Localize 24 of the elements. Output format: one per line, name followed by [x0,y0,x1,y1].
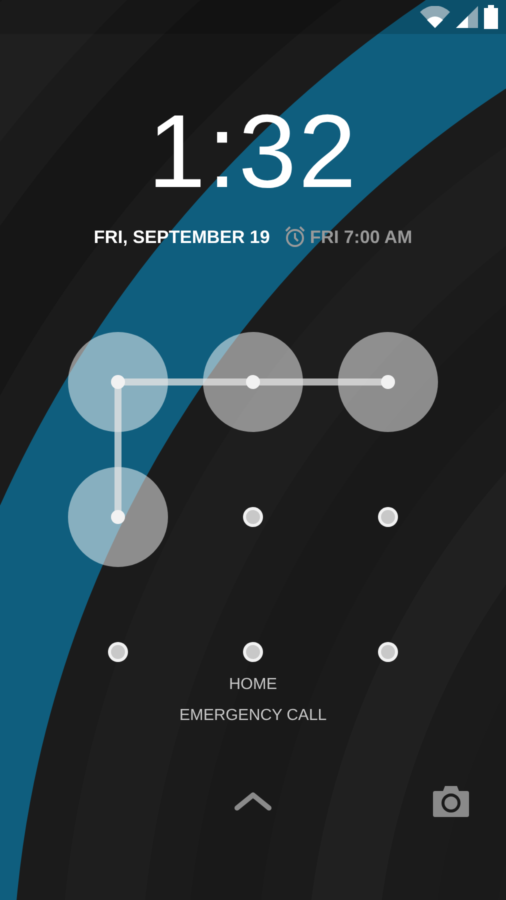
pattern-dot[interactable] [246,375,260,389]
pattern-dot[interactable] [243,507,263,527]
pattern-dot[interactable] [108,642,128,662]
pattern-dot[interactable] [378,642,398,662]
carrier-label: HOME [228,675,278,695]
pattern-dot[interactable] [111,510,125,524]
pattern-dot[interactable] [243,642,263,662]
wifi-icon [420,6,450,28]
pattern-dot-highlight[interactable] [338,332,438,432]
battery-icon [484,5,498,29]
pattern-dot[interactable] [381,375,395,389]
pattern-dot-highlight[interactable] [68,467,168,567]
pattern-dot[interactable] [111,375,125,389]
alarm-clock-icon [284,226,306,248]
pattern-dot-highlight[interactable] [68,332,168,432]
clock-time: 1:32 [146,96,360,208]
chevron-up-icon[interactable] [234,791,272,811]
alarm-time: FRI 7:00 AM [310,226,412,248]
pattern-dot-highlight[interactable] [203,332,303,432]
emergency-call-button[interactable]: EMERGENCY CALL [175,703,331,729]
date-text: FRI, SEPTEMBER 19 [94,226,270,248]
camera-icon[interactable] [433,785,469,817]
pattern-dot[interactable] [378,507,398,527]
signal-icon [456,6,478,28]
